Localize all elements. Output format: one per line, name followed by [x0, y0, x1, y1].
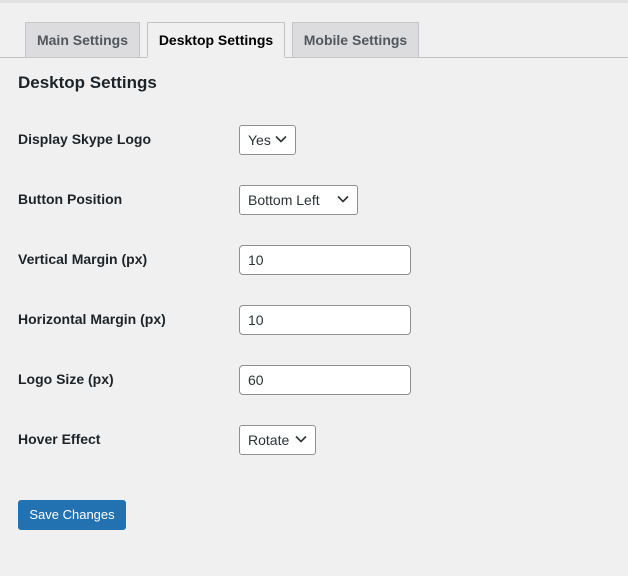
- button-position-value: Bottom Left: [248, 192, 320, 208]
- tab-main-settings[interactable]: Main Settings: [25, 22, 140, 58]
- save-changes-button[interactable]: Save Changes: [18, 500, 126, 530]
- section-title: Desktop Settings: [18, 73, 157, 92]
- display-skype-logo-label: Display Skype Logo: [18, 131, 152, 147]
- logo-size-input[interactable]: [239, 365, 411, 395]
- chevron-down-icon: [295, 435, 307, 443]
- tab-desktop-settings[interactable]: Desktop Settings: [147, 22, 285, 58]
- hover-effect-select[interactable]: Rotate: [239, 425, 316, 455]
- display-skype-logo-select[interactable]: Yes: [239, 125, 296, 155]
- chevron-down-icon: [337, 195, 349, 203]
- button-position-select[interactable]: Bottom Left: [239, 185, 358, 215]
- settings-tabs: Main Settings Desktop Settings Mobile Se…: [0, 22, 628, 58]
- horizontal-margin-label: Horizontal Margin (px): [18, 311, 166, 327]
- top-divider: [0, 0, 628, 3]
- hover-effect-value: Rotate: [248, 432, 290, 448]
- display-skype-logo-value: Yes: [248, 132, 271, 148]
- vertical-margin-label: Vertical Margin (px): [18, 251, 148, 267]
- logo-size-label: Logo Size (px): [18, 371, 114, 387]
- tab-mobile-settings[interactable]: Mobile Settings: [292, 22, 419, 58]
- button-position-label: Button Position: [18, 191, 123, 207]
- hover-effect-label: Hover Effect: [18, 431, 101, 447]
- chevron-down-icon: [275, 135, 287, 143]
- horizontal-margin-input[interactable]: [239, 305, 411, 335]
- vertical-margin-input[interactable]: [239, 245, 411, 275]
